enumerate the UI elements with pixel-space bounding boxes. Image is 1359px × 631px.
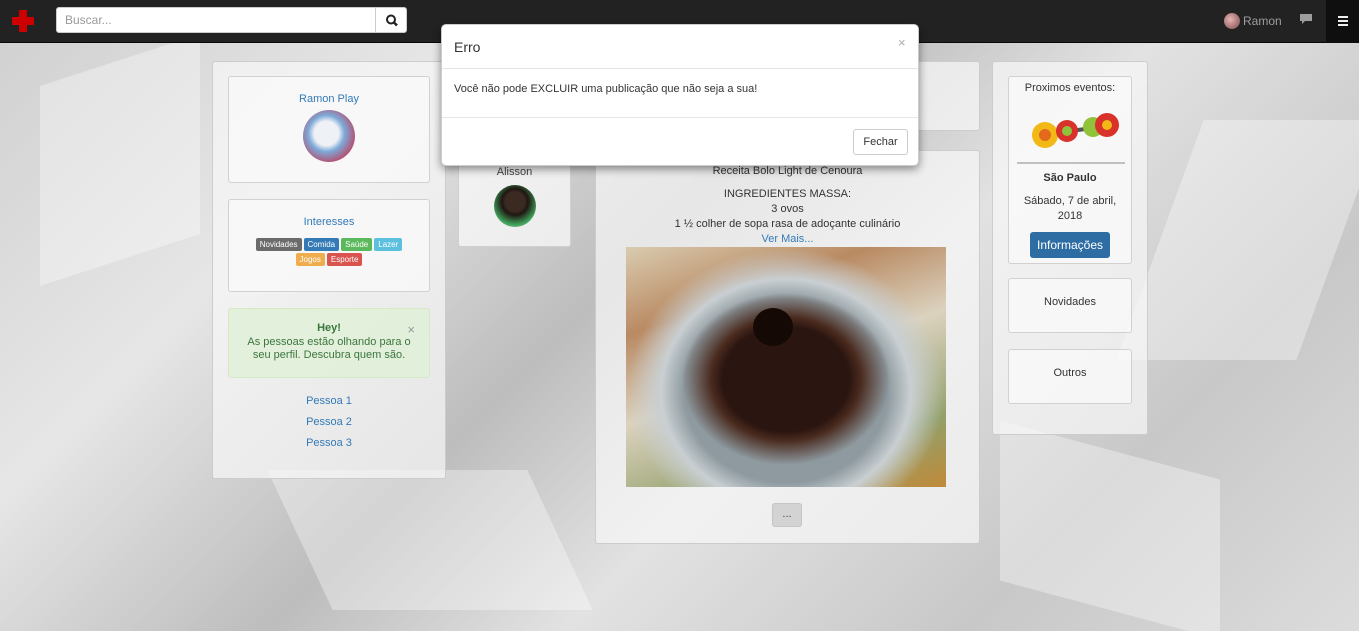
author-name[interactable]: Alisson bbox=[459, 166, 570, 178]
tag-comida[interactable]: Comida bbox=[303, 238, 340, 251]
profile-name-link[interactable]: Ramon Play bbox=[229, 93, 429, 105]
user-name: Ramon bbox=[1243, 14, 1282, 28]
hamburger-icon bbox=[1338, 24, 1348, 26]
modal-message: Você não pode EXCLUIR uma publicação que… bbox=[454, 83, 758, 95]
person-link-1[interactable]: Pessoa 1 bbox=[228, 395, 430, 407]
background-facet bbox=[1116, 120, 1359, 360]
red-cross-logo-icon[interactable] bbox=[12, 10, 34, 32]
post-line-2: 3 ovos bbox=[771, 203, 804, 215]
modal-title: Erro bbox=[454, 39, 481, 55]
chat-icon[interactable] bbox=[1300, 14, 1312, 24]
event-date-line-2: 2018 bbox=[1057, 210, 1083, 222]
event-info-button[interactable]: Informações bbox=[1030, 232, 1110, 258]
error-modal: Erro × Você não pode EXCLUIR uma publica… bbox=[441, 24, 919, 166]
tag-esporte[interactable]: Esporte bbox=[326, 253, 363, 266]
see-more-link[interactable]: Ver Mais... bbox=[595, 233, 980, 245]
alert-line-2: seu perfil. Descubra quem são. bbox=[252, 349, 406, 361]
event-date-line-1: Sábado, 7 de abril, bbox=[1023, 195, 1117, 207]
events-title: Proximos eventos: bbox=[1024, 82, 1116, 94]
interest-tags: Novidades Comida Saúde Lazer Jogos Esporte bbox=[241, 237, 417, 267]
search-button[interactable] bbox=[375, 7, 407, 33]
author-avatar[interactable] bbox=[493, 185, 536, 227]
profile-views-alert: Hey! As pessoas estão olhando para o seu… bbox=[228, 308, 430, 378]
close-button[interactable]: Fechar bbox=[853, 129, 908, 155]
people-list: Pessoa 1 Pessoa 2 Pessoa 3 bbox=[228, 395, 430, 449]
tag-saude[interactable]: Saúde bbox=[341, 238, 373, 251]
interests-card: Interesses Novidades Comida Saúde Lazer Jog… bbox=[228, 199, 430, 292]
alert-close-button[interactable]: × bbox=[407, 322, 415, 337]
others-card[interactable]: Outros bbox=[1008, 349, 1132, 404]
background-facet bbox=[267, 470, 593, 610]
alert-title: Hey! bbox=[317, 322, 341, 334]
event-city: São Paulo bbox=[1043, 172, 1097, 184]
dumbbells-event-image[interactable] bbox=[1015, 105, 1127, 171]
news-card-label: Novidades bbox=[1044, 296, 1096, 308]
post-title: Receita Bolo Light de Cenoura bbox=[712, 165, 863, 177]
post-line-3: 1 ½ colher de sopa rasa de adoçante culi… bbox=[674, 218, 901, 230]
interests-title[interactable]: Interesses bbox=[229, 216, 429, 228]
user-menu[interactable]: Ramon bbox=[1224, 12, 1282, 30]
alert-line-1: As pessoas estão olhando para o bbox=[247, 336, 411, 348]
post-line-1: INGREDIENTES MASSA: bbox=[723, 188, 852, 200]
avatar bbox=[1224, 13, 1240, 29]
profile-avatar[interactable] bbox=[303, 110, 355, 162]
tag-jogos[interactable]: Jogos bbox=[295, 253, 325, 266]
search-icon bbox=[386, 14, 398, 27]
hamburger-menu-button[interactable] bbox=[1326, 0, 1359, 43]
person-link-2[interactable]: Pessoa 2 bbox=[228, 416, 430, 428]
modal-header: Erro × bbox=[442, 25, 918, 69]
search-input[interactable] bbox=[56, 7, 376, 33]
tag-novidades[interactable]: Novidades bbox=[255, 238, 302, 251]
hamburger-icon bbox=[1338, 20, 1348, 22]
background-facet bbox=[40, 34, 200, 286]
modal-close-icon[interactable]: × bbox=[898, 35, 906, 50]
post-image-detail bbox=[753, 308, 793, 346]
tag-lazer[interactable]: Lazer bbox=[374, 238, 403, 251]
person-link-3[interactable]: Pessoa 3 bbox=[228, 437, 430, 449]
hamburger-icon bbox=[1338, 16, 1348, 18]
post-options-button[interactable]: ... bbox=[772, 503, 802, 527]
post-composer bbox=[910, 61, 980, 131]
background-facet bbox=[1000, 420, 1220, 631]
post-image-cake[interactable] bbox=[626, 247, 946, 487]
news-card[interactable]: Novidades bbox=[1008, 278, 1132, 333]
profile-card: Ramon Play bbox=[228, 76, 430, 183]
modal-footer: Fechar bbox=[442, 117, 918, 165]
others-card-label: Outros bbox=[1053, 367, 1087, 379]
